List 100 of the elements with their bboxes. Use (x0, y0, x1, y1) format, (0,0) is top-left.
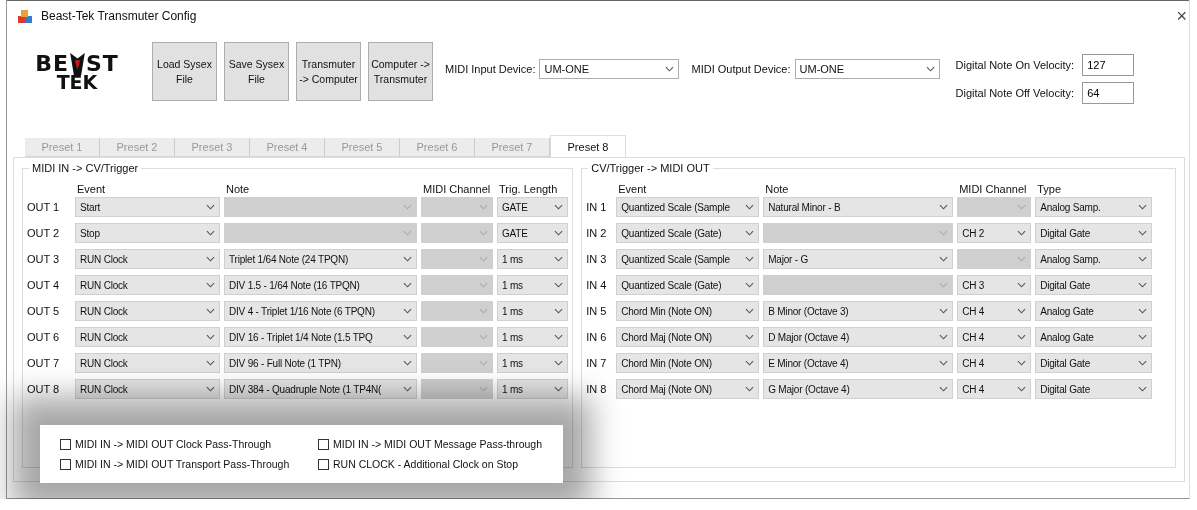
channel-dropdown[interactable]: CH 2 (957, 223, 1032, 243)
channel-dropdown[interactable]: CH 4 (957, 379, 1032, 399)
row-label: IN 7 (586, 357, 608, 369)
length-dropdown[interactable]: 1 ms (497, 353, 568, 373)
toolbar-button[interactable]: Computer -> Transmuter (368, 42, 433, 101)
event-dropdown[interactable]: Quantized Scale (Gate) (616, 275, 760, 295)
app-icon (17, 8, 33, 24)
caret-icon (939, 360, 949, 366)
caret-icon (403, 386, 412, 392)
caret-icon (554, 308, 563, 314)
checkbox-option[interactable]: RUN CLOCK - Additional Clock on Stop (318, 458, 563, 470)
field-label: Digital Note On Velocity: (955, 59, 1075, 71)
toolbar-button[interactable]: Save Sysex File (224, 42, 289, 101)
event-dropdown[interactable]: RUN Clock (75, 379, 220, 399)
length-dropdown[interactable]: 1 ms (497, 327, 568, 347)
note-dropdown[interactable]: DIV 384 - Quadruple Note (1 TP4N( (224, 379, 417, 399)
length-dropdown[interactable]: 1 ms (497, 275, 568, 295)
length-dropdown[interactable]: 1 ms (497, 249, 568, 269)
event-dropdown[interactable]: Quantized Scale (Sample (616, 197, 760, 217)
device-dropdown[interactable]: UM-ONE (794, 59, 940, 79)
note-dropdown[interactable]: Natural Minor - B (763, 197, 954, 217)
toolbar-button[interactable]: Load Sysex File (152, 42, 217, 101)
note-dropdown[interactable]: G Major (Octave 4) (763, 379, 954, 399)
channel-dropdown[interactable]: CH 4 (957, 353, 1032, 373)
caret-icon (206, 386, 215, 392)
close-button[interactable]: × (1172, 5, 1191, 27)
note-dropdown[interactable]: B Minor (Octave 3) (763, 301, 954, 321)
event-dropdown[interactable]: Chord Min (Note ON) (616, 301, 760, 321)
caret-icon (479, 256, 488, 262)
length-dropdown[interactable]: GATE (497, 223, 568, 243)
note-dropdown[interactable]: Major - G (763, 249, 954, 269)
row-label: OUT 4 (27, 279, 61, 291)
note-dropdown[interactable]: DIV 4 - Triplet 1/16 Note (6 TPQN) (224, 301, 417, 321)
channel-dropdown[interactable]: CH 4 (957, 301, 1032, 321)
note-dropdown[interactable]: Triplet 1/64 Note (24 TPQN) (224, 249, 417, 269)
caret-icon (206, 230, 215, 236)
event-dropdown[interactable]: Chord Min (Note ON) (616, 353, 760, 373)
checkbox[interactable] (318, 438, 329, 450)
event-dropdown[interactable]: RUN Clock (75, 275, 220, 295)
caret-icon (939, 334, 949, 340)
type-dropdown[interactable]: Analog Samp. (1035, 197, 1153, 217)
row-label: OUT 7 (27, 357, 61, 369)
caret-icon (206, 308, 215, 314)
event-dropdown[interactable]: Quantized Scale (Sample (616, 249, 760, 269)
column-header: Trig. Length (498, 183, 559, 195)
note-dropdown[interactable]: DIV 1.5 - 1/64 Note (16 TPQN) (224, 275, 417, 295)
caret-icon (403, 360, 412, 366)
checkbox-option[interactable]: MIDI IN -> MIDI OUT Clock Pass-Through (60, 438, 318, 450)
channel-dropdown[interactable]: CH 4 (957, 327, 1032, 347)
preset-tab[interactable]: Preset 8 (550, 135, 626, 157)
column-header: MIDI Channel (958, 183, 1028, 195)
type-dropdown[interactable]: Analog Gate (1035, 327, 1153, 347)
event-dropdown[interactable]: Chord Maj (Note ON) (616, 379, 760, 399)
type-dropdown[interactable]: Digital Gate (1035, 353, 1153, 373)
row-label: OUT 2 (27, 227, 61, 239)
note-dropdown[interactable]: DIV 96 - Full Note (1 TPN) (224, 353, 417, 373)
row-label: IN 8 (586, 383, 608, 395)
caret-icon (479, 282, 488, 288)
velocity-field[interactable]: 127 (1082, 54, 1135, 76)
checkbox[interactable] (318, 458, 329, 470)
checkbox[interactable] (60, 438, 71, 450)
caret-icon (554, 334, 563, 340)
event-dropdown[interactable]: Quantized Scale (Gate) (616, 223, 760, 243)
event-dropdown[interactable]: RUN Clock (75, 301, 220, 321)
event-dropdown[interactable]: Stop (75, 223, 220, 243)
caret-icon (939, 204, 949, 210)
length-dropdown[interactable]: GATE (497, 197, 568, 217)
caret-icon (1138, 230, 1148, 236)
note-dropdown[interactable]: DIV 16 - Triplet 1/4 Note (1.5 TPQ (224, 327, 417, 347)
channel-dropdown[interactable]: CH 3 (957, 275, 1032, 295)
note-dropdown[interactable]: E Minor (Octave 4) (763, 353, 954, 373)
note-dropdown[interactable]: D Major (Octave 4) (763, 327, 954, 347)
length-dropdown[interactable]: 1 ms (497, 379, 568, 399)
event-dropdown[interactable]: RUN Clock (75, 249, 220, 269)
type-dropdown[interactable]: Digital Gate (1035, 275, 1153, 295)
checkbox-option[interactable]: MIDI IN -> MIDI OUT Message Pass-through (318, 438, 563, 450)
velocity-field[interactable]: 64 (1082, 82, 1135, 104)
caret-icon (1138, 386, 1148, 392)
caret-icon (1138, 256, 1148, 262)
caret-icon (745, 230, 755, 236)
caret-icon (1017, 204, 1027, 210)
caret-icon (206, 282, 215, 288)
type-dropdown[interactable]: Digital Gate (1035, 223, 1153, 243)
caret-icon (745, 360, 755, 366)
event-dropdown[interactable]: RUN Clock (75, 353, 220, 373)
field-label: MIDI Input Device: (445, 63, 536, 75)
type-dropdown[interactable]: Analog Gate (1035, 301, 1153, 321)
caret-icon (206, 360, 215, 366)
checkbox[interactable] (60, 458, 71, 470)
event-dropdown[interactable]: RUN Clock (75, 327, 220, 347)
caret-icon (554, 230, 563, 236)
type-dropdown[interactable]: Analog Samp. (1035, 249, 1153, 269)
length-dropdown[interactable]: 1 ms (497, 301, 568, 321)
checkbox-option[interactable]: MIDI IN -> MIDI OUT Transport Pass-Through (60, 458, 318, 470)
toolbar-button[interactable]: Transmuter -> Computer (296, 42, 361, 101)
event-dropdown[interactable]: Chord Maj (Note ON) (616, 327, 760, 347)
row-label: IN 2 (586, 227, 608, 239)
device-dropdown[interactable]: UM-ONE (539, 59, 680, 79)
event-dropdown[interactable]: Start (75, 197, 220, 217)
type-dropdown[interactable]: Digital Gate (1035, 379, 1153, 399)
